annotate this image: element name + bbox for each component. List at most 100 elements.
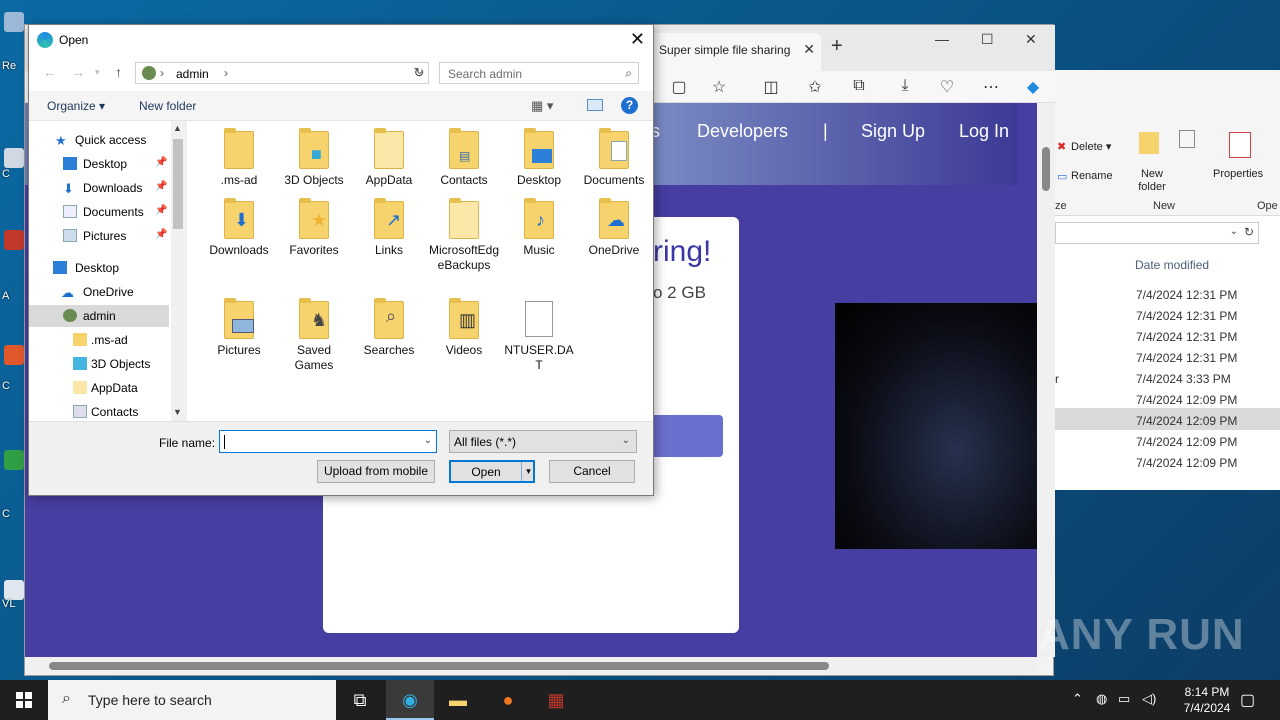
favorite-star-icon[interactable]: ☆ — [709, 77, 729, 97]
task-view-icon[interactable]: ⧉ — [336, 680, 384, 720]
file-item[interactable]: ■ 3D Objects — [278, 128, 350, 188]
close-window-icon[interactable]: ✕ — [1025, 31, 1037, 48]
downloads-icon[interactable]: ⤓ — [895, 77, 915, 97]
winrar-app-icon[interactable]: ▦ — [532, 680, 580, 720]
recycle-bin-icon[interactable] — [4, 12, 24, 32]
collections-icon[interactable]: ⧉ — [849, 77, 869, 97]
file-item[interactable]: MicrosoftEdgeBackups — [428, 198, 500, 273]
file-item[interactable]: ▤ Contacts — [428, 128, 500, 188]
file-item[interactable]: ♞ Saved Games — [278, 298, 350, 373]
chevron-down-icon[interactable]: ⌄ — [622, 435, 630, 446]
clock[interactable]: 8:14 PM 7/4/2024 — [1172, 684, 1242, 716]
up-arrow-icon[interactable]: ↑ — [115, 64, 122, 80]
file-item[interactable]: ☁ OneDrive — [578, 198, 650, 258]
file-explorer-app-icon[interactable]: ▬ — [434, 680, 482, 720]
file-item[interactable]: Documents — [578, 128, 650, 188]
file-item[interactable]: .ms-ad — [203, 128, 275, 188]
nav-item-appdata[interactable]: AppData — [29, 377, 169, 399]
desktop-app-icon[interactable] — [4, 450, 24, 470]
refresh-icon[interactable]: ↻ — [409, 62, 429, 84]
organize-button[interactable]: Organize ▾ — [47, 99, 105, 113]
nav-scrollbar[interactable]: ▲ ▼ — [171, 121, 185, 421]
new-folder-button[interactable]: New folder — [1135, 168, 1169, 194]
nav-item-pictures[interactable]: Pictures 📌 — [29, 225, 169, 247]
scroll-thumb[interactable] — [49, 662, 829, 670]
file-item[interactable]: NTUSER.DAT — [503, 301, 575, 373]
rename-button[interactable]: Rename — [1071, 170, 1113, 182]
desktop-app-icon[interactable] — [4, 580, 24, 600]
properties-button[interactable]: Properties — [1213, 168, 1263, 180]
notification-icon[interactable]: ▢ — [1240, 690, 1255, 710]
recent-locations-icon[interactable]: ▾ — [95, 67, 100, 78]
change-view-icon[interactable]: ▦ ▾ — [531, 98, 553, 114]
browser-tab[interactable]: Super simple file sharing ✕ — [651, 33, 821, 71]
minimize-icon[interactable]: — — [935, 31, 949, 47]
maximize-icon[interactable]: ☐ — [981, 31, 994, 48]
nav-link-sign-up[interactable]: Sign Up — [861, 121, 925, 142]
column-header-date[interactable]: Date modified — [1135, 258, 1209, 272]
scroll-thumb[interactable] — [1042, 147, 1050, 191]
nav-item-3d-objects[interactable]: 3D Objects — [29, 353, 169, 375]
nav-item-admin[interactable]: admin — [29, 305, 169, 327]
nav-item-onedrive[interactable]: ☁ OneDrive — [29, 281, 169, 303]
chevron-right-icon[interactable]: › — [160, 66, 164, 80]
refresh-icon[interactable]: ↻ — [1244, 225, 1254, 239]
scroll-down-icon[interactable]: ▼ — [173, 407, 182, 417]
file-item[interactable]: ⬇ Downloads — [203, 198, 275, 258]
favorites-icon[interactable]: ✩ — [805, 77, 825, 97]
open-split-dropdown-icon[interactable]: ▾ — [521, 462, 535, 481]
nav-item-quick-access[interactable]: ★ Quick access — [29, 129, 169, 151]
file-name-input[interactable]: ⌄ — [219, 430, 437, 453]
address-bar[interactable]: › admin › ⌄ — [135, 62, 429, 84]
close-tab-icon[interactable]: ✕ — [803, 41, 815, 58]
forward-arrow-icon[interactable]: → — [71, 64, 85, 80]
volume-icon[interactable]: ◁) — [1142, 691, 1156, 707]
file-item[interactable]: AppData — [353, 128, 425, 188]
copy-path-icon[interactable] — [1179, 130, 1195, 148]
file-item[interactable]: ★ Favorites — [278, 198, 350, 258]
file-item[interactable]: ♪ Music — [503, 198, 575, 258]
start-button[interactable] — [0, 680, 48, 720]
nav-item-desktop-root[interactable]: Desktop — [29, 257, 169, 279]
chevron-down-icon[interactable]: ⌄ — [424, 435, 432, 446]
preview-pane-icon[interactable] — [587, 99, 603, 111]
nav-item-contacts[interactable]: Contacts — [29, 401, 169, 423]
taskbar-search-box[interactable]: ⌕ Type here to search — [48, 680, 336, 720]
file-item[interactable]: Desktop — [503, 128, 575, 188]
nav-item-documents[interactable]: Documents 📌 — [29, 201, 169, 223]
chevron-down-icon[interactable]: ⌄ — [1230, 226, 1238, 237]
back-arrow-icon[interactable]: ← — [43, 64, 57, 80]
nav-item-downloads[interactable]: ⬇ Downloads 📌 — [29, 177, 169, 199]
desktop-app-icon[interactable] — [4, 230, 24, 250]
delete-button[interactable]: Delete ▾ — [1071, 140, 1111, 153]
file-item[interactable]: ↗ Links — [353, 198, 425, 258]
network-device-icon[interactable]: ◍ — [1096, 691, 1107, 707]
edge-app-icon[interactable]: ◉ — [386, 680, 434, 720]
firefox-app-icon[interactable]: ● — [484, 680, 532, 720]
explorer-address-bar[interactable]: ⌄ ↻ — [1055, 222, 1259, 244]
split-screen-icon[interactable]: ◫ — [761, 77, 781, 97]
vertical-scrollbar[interactable] — [1037, 103, 1055, 657]
desktop-app-icon[interactable] — [4, 148, 24, 168]
nav-item-desktop[interactable]: Desktop 📌 — [29, 153, 169, 175]
file-item[interactable]: Pictures — [203, 298, 275, 358]
file-item[interactable]: ▥ Videos — [428, 298, 500, 358]
nav-link-log-in[interactable]: Log In — [959, 121, 1009, 142]
close-icon[interactable]: ✕ — [630, 29, 645, 50]
copilot-icon[interactable]: ◆ — [1023, 77, 1043, 97]
desktop-app-icon[interactable] — [4, 345, 24, 365]
performance-icon[interactable]: ♡ — [937, 77, 957, 97]
more-menu-icon[interactable]: ⋯ — [981, 77, 1001, 97]
open-button[interactable]: Open ▾ — [449, 460, 535, 483]
file-type-select[interactable]: All files (*.*) ⌄ — [449, 430, 637, 453]
chevron-right-icon[interactable]: › — [224, 66, 228, 80]
cancel-button[interactable]: Cancel — [549, 460, 635, 483]
upload-from-mobile-button[interactable]: Upload from mobile — [317, 460, 435, 483]
search-input[interactable]: Search admin ⌕ — [439, 62, 639, 84]
help-icon[interactable]: ? — [621, 97, 638, 114]
reader-view-icon[interactable]: ▢ — [669, 77, 689, 97]
network-icon[interactable]: ▭ — [1118, 691, 1130, 707]
nav-item-ms-ad[interactable]: .ms-ad — [29, 329, 169, 351]
nav-link-developers[interactable]: Developers — [697, 121, 788, 142]
scroll-thumb[interactable] — [173, 139, 183, 229]
